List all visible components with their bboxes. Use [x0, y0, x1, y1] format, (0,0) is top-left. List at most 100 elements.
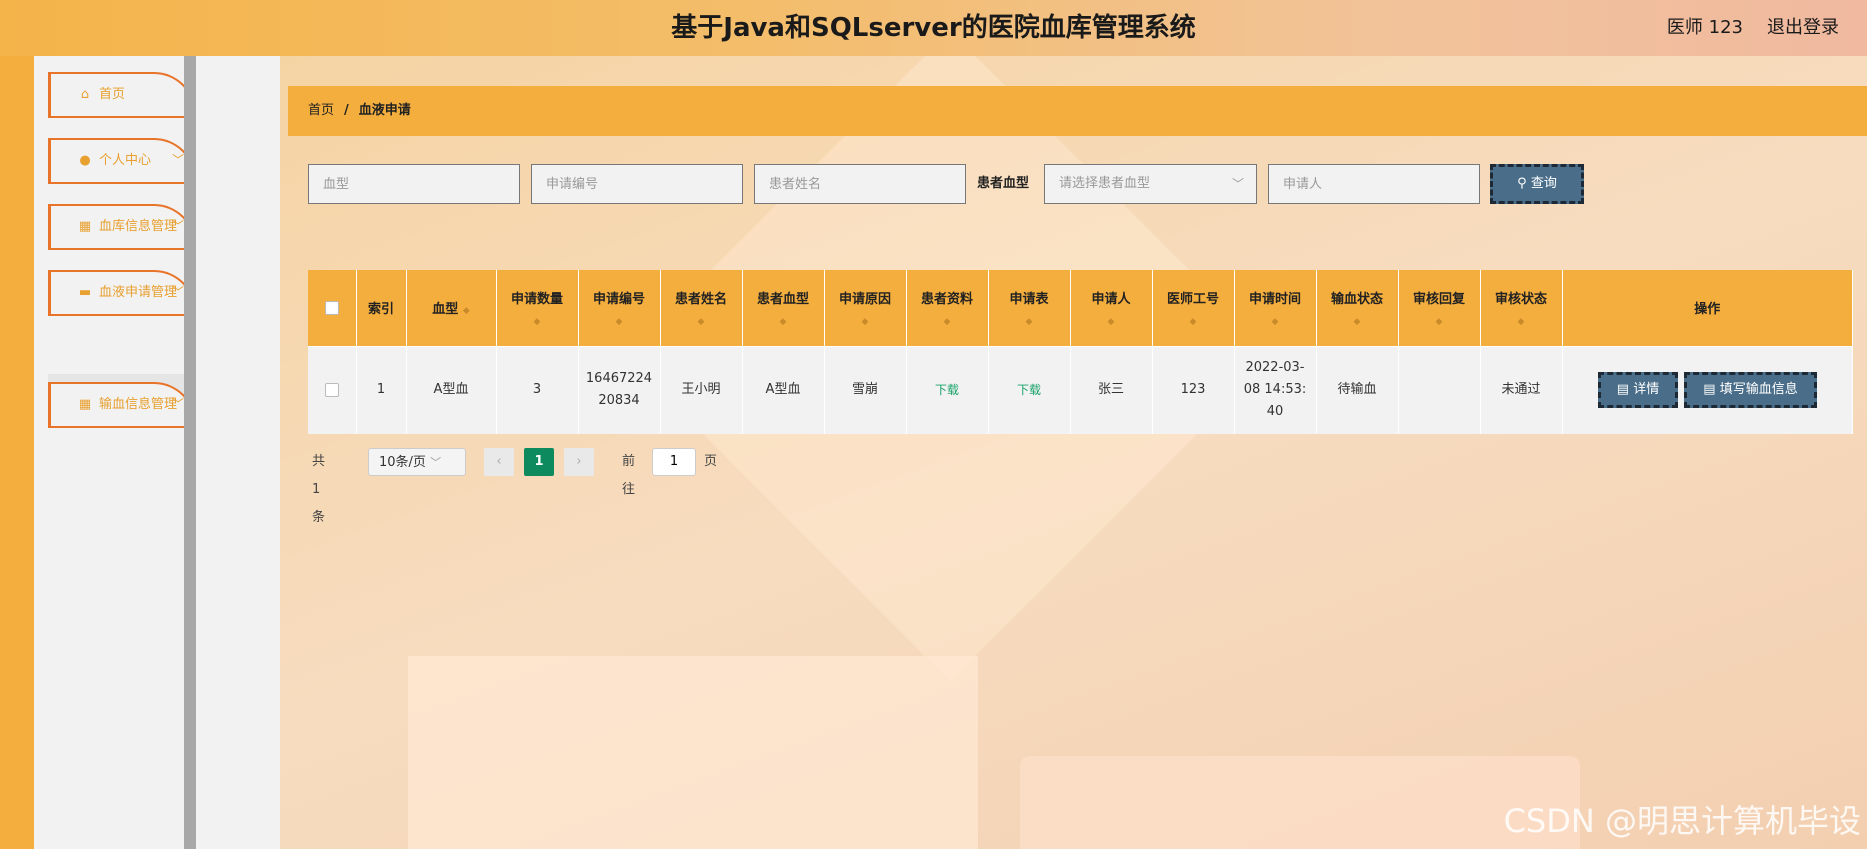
cell-patient-blood: A型血 [742, 346, 825, 434]
th-audit-status[interactable]: 审核状态 ◆ [1480, 270, 1563, 347]
row-select-cell [308, 346, 357, 434]
sort-icon[interactable]: ◆ [1073, 317, 1150, 327]
patient-doc-download-link[interactable]: 下载 [935, 383, 959, 397]
th-blood-type[interactable]: 血型 ◆ [406, 270, 497, 347]
th-patient-doc[interactable]: 患者资料 ◆ [906, 270, 989, 347]
query-button-label: 查询 [1530, 176, 1557, 191]
grid-icon: ▦ [78, 219, 92, 234]
th-patient-name[interactable]: 患者姓名 ◆ [660, 270, 743, 347]
applicant-input[interactable] [1268, 164, 1480, 204]
chevron-right-icon: › [576, 454, 582, 469]
th-label: 申请数量 [510, 292, 563, 308]
top-header: 基于Java和SQLserver的医院血库管理系统 医师 123 退出登录 [0, 0, 1867, 56]
grid-icon: ▦ [78, 397, 92, 412]
next-page-button[interactable]: › [564, 448, 594, 476]
th-applicant[interactable]: 申请人 ◆ [1070, 270, 1153, 347]
prev-page-button[interactable]: ‹ [484, 448, 514, 476]
sidebar-item-blood-bank[interactable]: ▦ 血库信息管理 ﹀ [48, 204, 196, 250]
sidebar-item-transfusion[interactable]: ▦ 输血信息管理 ﹀ [48, 382, 196, 428]
apply-form-download-link[interactable]: 下载 [1017, 383, 1041, 397]
pager-total: 共 1 条 [312, 454, 326, 525]
document-icon: ▤ [1616, 382, 1630, 398]
sort-icon[interactable]: ◆ [581, 317, 658, 327]
th-apply-no[interactable]: 申请编号 ◆ [578, 270, 661, 347]
breadcrumb: 首页 / 血液申请 [288, 86, 1867, 136]
th-label: 医师工号 [1166, 292, 1219, 308]
sidebar-edge [0, 56, 34, 849]
sort-icon[interactable]: ◆ [463, 306, 470, 316]
home-icon: ⌂ [80, 87, 90, 102]
th-label: 患者姓名 [674, 292, 727, 308]
sidebar-item-home[interactable]: ⌂ 首页 [48, 72, 196, 118]
patient-blood-select[interactable]: 请选择患者血型 ﹀ [1044, 164, 1257, 204]
th-label: 申请人 [1091, 292, 1131, 308]
th-apply-time[interactable]: 申请时间 ◆ [1234, 270, 1317, 347]
page-number-button[interactable]: 1 [524, 448, 554, 476]
sort-icon[interactable]: ◆ [1319, 317, 1396, 327]
sort-icon[interactable]: ◆ [827, 317, 904, 327]
th-label: 输血状态 [1330, 292, 1383, 308]
table-header-row: 索引 血型 ◆ 申请数量 ◆ 申请编号 ◆ 患者姓名 ◆ 患者血型 ◆ 申请原因 ◆ 患者… [308, 270, 1853, 347]
th-patient-blood[interactable]: 患者血型 ◆ [742, 270, 825, 347]
sort-icon[interactable]: ◆ [909, 317, 986, 327]
blood-apply-table: 索引 血型 ◆ 申请数量 ◆ 申请编号 ◆ 患者姓名 ◆ 患者血型 ◆ 申请原因 ◆ 患者… [308, 270, 1853, 434]
sidebar-item-label: 血库信息管理 [99, 219, 178, 234]
th-audit-reply[interactable]: 审核回复 ◆ [1398, 270, 1481, 347]
chevron-down-icon: ﹀ [171, 285, 184, 299]
sidebar-item-personal-center[interactable]: ● 个人中心 ﹀ [48, 138, 196, 184]
sort-icon[interactable]: ◆ [1483, 317, 1560, 327]
cell-patient-name: 王小明 [660, 346, 743, 434]
th-qty[interactable]: 申请数量 ◆ [496, 270, 579, 347]
chevron-down-icon: ﹀ [430, 456, 442, 469]
cell-patient-doc: 下载 [906, 346, 989, 434]
select-all-checkbox[interactable] [324, 300, 339, 315]
user-icon: ● [79, 153, 91, 168]
th-label: 患者资料 [920, 292, 973, 308]
pager-unit-label: 页 [704, 454, 718, 469]
page-size-select[interactable]: 10条/页 ﹀ [368, 448, 466, 476]
th-doctor-no[interactable]: 医师工号 ◆ [1152, 270, 1235, 347]
sidebar-item-label: 血液申请管理 [99, 285, 178, 300]
th-label: 申请编号 [592, 292, 645, 308]
sort-icon[interactable]: ◆ [1401, 317, 1478, 327]
cell-apply-form: 下载 [988, 346, 1071, 434]
th-transfusion-status[interactable]: 输血状态 ◆ [1316, 270, 1399, 347]
sort-icon[interactable]: ◆ [499, 317, 576, 327]
breadcrumb-separator: / [344, 103, 349, 118]
th-actions: 操作 [1562, 270, 1853, 347]
chevron-down-icon: ﹀ [171, 153, 184, 167]
fill-transfusion-button-label: 填写输血信息 [1719, 382, 1798, 398]
detail-button[interactable]: ▤ 详情 [1597, 372, 1679, 409]
chevron-left-icon: ‹ [496, 454, 502, 469]
th-apply-form[interactable]: 申请表 ◆ [988, 270, 1071, 347]
bg-shape [1020, 756, 1580, 849]
cell-transfusion-status: 待输血 [1316, 346, 1399, 434]
sort-icon[interactable]: ◆ [1155, 317, 1232, 327]
sidebar-item-label: 个人中心 [99, 153, 152, 168]
chevron-down-icon: ﹀ [171, 397, 184, 411]
sort-icon[interactable]: ◆ [745, 317, 822, 327]
cell-blood-type: A型血 [406, 346, 497, 434]
sort-icon[interactable]: ◆ [1237, 317, 1314, 327]
breadcrumb-current: 血液申请 [358, 103, 411, 118]
cell-qty: 3 [496, 346, 579, 434]
chevron-down-icon: ﹀ [171, 219, 184, 233]
fill-transfusion-button[interactable]: ▤ 填写输血信息 [1684, 372, 1817, 409]
sort-icon[interactable]: ◆ [663, 317, 740, 327]
goto-page-input[interactable] [652, 448, 696, 476]
sidebar-scrollbar[interactable] [184, 56, 196, 849]
sort-icon[interactable]: ◆ [991, 317, 1068, 327]
cell-apply-no: 1646722420834 [578, 346, 661, 434]
logout-link[interactable]: 退出登录 [1767, 0, 1839, 56]
th-label: 血型 [432, 302, 459, 318]
query-button[interactable]: ⚲ 查询 [1490, 164, 1584, 204]
blood-type-input[interactable] [308, 164, 520, 204]
th-reason[interactable]: 申请原因 ◆ [824, 270, 907, 347]
sidebar-item-blood-apply[interactable]: ▬ 血液申请管理 ﹀ [48, 270, 196, 316]
apply-no-input[interactable] [531, 164, 743, 204]
patient-name-input[interactable] [754, 164, 966, 204]
row-checkbox[interactable] [324, 382, 339, 397]
breadcrumb-home[interactable]: 首页 [308, 103, 334, 118]
bg-shape [408, 656, 978, 849]
th-label: 申请原因 [838, 292, 891, 308]
